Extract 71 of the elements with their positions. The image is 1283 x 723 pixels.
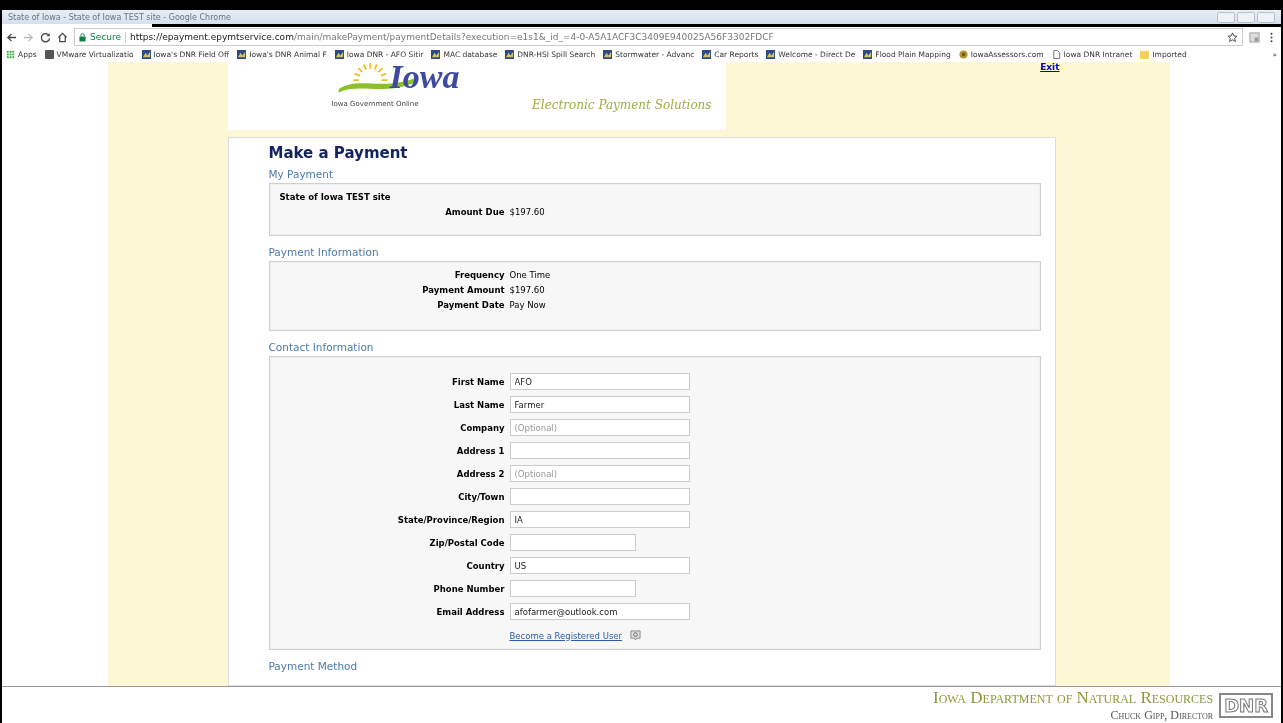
input-field[interactable] xyxy=(509,442,690,459)
exit-link[interactable]: Exit xyxy=(1040,62,1060,74)
site-favicon-icon xyxy=(237,50,247,59)
input-field[interactable]: (Optional) xyxy=(509,465,690,482)
field-label: First Name xyxy=(451,376,505,387)
tagline: Electronic Payment Solutions xyxy=(532,98,712,112)
director-name: Chuck Gipp, Director xyxy=(1110,707,1214,723)
input-field[interactable] xyxy=(509,534,636,551)
field-label: Phone Number xyxy=(432,583,505,594)
star-icon[interactable] xyxy=(1227,31,1238,43)
apps-grid-icon xyxy=(6,50,15,59)
field-label: Payment Amount xyxy=(421,285,505,295)
field-value: One Time xyxy=(509,270,552,280)
page-title: Make a Payment xyxy=(268,144,409,162)
logo-text: Iowa xyxy=(389,58,460,96)
reload-icon[interactable] xyxy=(40,31,51,43)
input-field[interactable]: IA xyxy=(509,511,690,528)
globe-icon xyxy=(958,50,968,59)
close-button[interactable] xyxy=(1257,11,1275,23)
back-icon[interactable] xyxy=(6,31,17,43)
section-heading: Contact Information xyxy=(268,341,375,353)
field-label: Last Name xyxy=(452,399,505,410)
field-label: Address 1 xyxy=(455,445,505,456)
maximize-button[interactable] xyxy=(1237,11,1255,23)
field-label: Payment Date xyxy=(436,300,505,310)
input-field[interactable]: afofarmer@outlook.com xyxy=(509,603,690,620)
site-favicon-icon xyxy=(603,50,613,59)
field-label: Frequency xyxy=(453,270,505,280)
secure-label: Secure xyxy=(90,32,121,42)
site-favicon-icon xyxy=(766,50,776,59)
address-bar[interactable]: Secure https://epayment.epymtservice.com/main/makePayment/paymentDetails?execution=e1s1&_id_=4-0-A5A1ACF3C3409E940025A56F3302FDCF xyxy=(74,28,1243,46)
field-value: $197.60 xyxy=(509,207,546,217)
field-value: $197.60 xyxy=(509,285,546,295)
field-value: Pay Now xyxy=(509,300,547,310)
field-label: Email Address xyxy=(435,606,505,617)
field-label: Address 2 xyxy=(455,468,505,479)
input-field[interactable]: AFO xyxy=(509,373,690,390)
department-name: Iowa Department of Natural Resources xyxy=(933,687,1214,708)
extension-icon[interactable] xyxy=(1249,31,1260,43)
vm-icon xyxy=(44,50,54,59)
site-favicon-icon xyxy=(702,50,712,59)
field-label: Zip/Postal Code xyxy=(428,537,505,548)
home-icon[interactable] xyxy=(57,31,68,43)
input-field[interactable] xyxy=(509,580,636,597)
site-favicon-icon xyxy=(863,50,873,59)
input-field[interactable]: Farmer xyxy=(509,396,690,413)
window-title: State of Iowa - State of Iowa TEST site - Google Chrome xyxy=(8,12,231,22)
field-label: State/Province/Region xyxy=(396,514,505,525)
page-icon xyxy=(1051,50,1061,59)
help-icon[interactable] xyxy=(630,630,642,641)
site-favicon-icon xyxy=(505,50,515,59)
field-label: City/Town xyxy=(457,491,505,502)
lock-icon xyxy=(79,32,86,42)
site-favicon-icon xyxy=(431,50,441,59)
folder-icon xyxy=(1140,50,1150,59)
minimize-button[interactable] xyxy=(1217,11,1235,23)
section-heading: My Payment xyxy=(268,168,335,180)
field-label: Company xyxy=(459,422,505,433)
input-field[interactable] xyxy=(509,488,690,505)
url-text: https://epayment.epymtservice.com/main/makePayment/paymentDetails?execution=e1s1&_id_=4-0-A5A1ACF3C3409E940025A56F3302FDCF xyxy=(129,32,774,42)
field-label: Amount Due xyxy=(444,207,505,217)
field-label: Country xyxy=(465,560,505,571)
site-name: State of Iowa TEST site xyxy=(279,192,392,202)
register-link[interactable]: Become a Registered User xyxy=(509,630,623,641)
site-favicon-icon xyxy=(141,50,151,59)
input-field[interactable]: (Optional) xyxy=(509,419,690,436)
section-heading: Payment Information xyxy=(268,246,380,258)
input-field[interactable]: US xyxy=(509,557,690,574)
site-favicon-icon xyxy=(334,50,344,59)
dnr-logo: DNR xyxy=(1219,692,1273,718)
section-heading: Payment Method xyxy=(268,660,359,672)
